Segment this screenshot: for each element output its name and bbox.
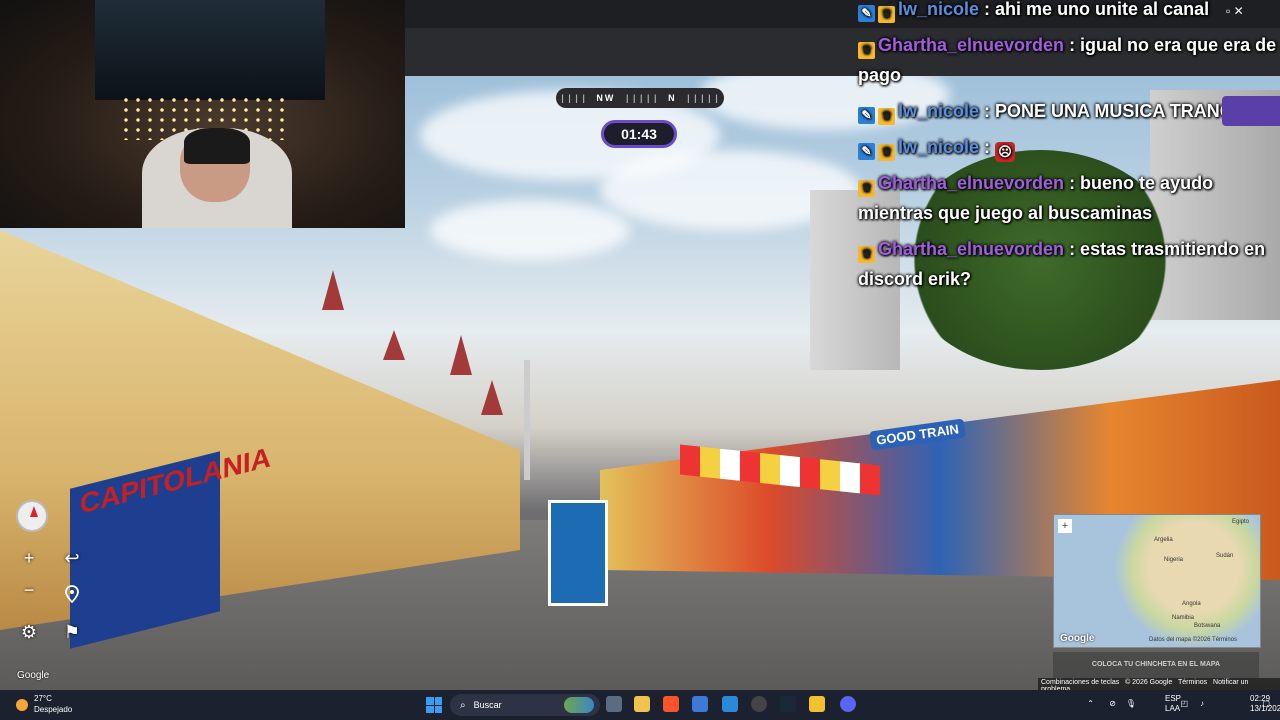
moderator-badge-icon: ✎: [858, 143, 875, 160]
webcam-overlay: [0, 0, 405, 228]
map-label: Egipto: [1232, 519, 1250, 525]
castle-spire: [450, 335, 472, 375]
back-to-start-icon[interactable]: ↩: [58, 544, 86, 572]
chat-overlay: ✎ ♛ lw_nicole : ahi me uno unite al canal …: [858, 0, 1280, 300]
map-label: Sudán: [1216, 553, 1234, 559]
compass-ticks: | | | | |: [625, 93, 658, 103]
angry-emote-icon: ☹: [995, 142, 1016, 162]
obs-icon[interactable]: [751, 696, 767, 712]
google-logo: Google: [17, 670, 50, 681]
volume-icon[interactable]: ♪: [1200, 699, 1204, 708]
window-controls[interactable]: ▫ ✕: [1226, 4, 1244, 18]
radio-mast: [524, 360, 530, 480]
app-icon[interactable]: [809, 696, 825, 712]
steam-icon[interactable]: [780, 696, 796, 712]
discord-icon[interactable]: [840, 696, 856, 712]
chat-message: ✎ ♛ lw_nicole : ☹: [858, 132, 1280, 162]
chat-message: ✎ ♛ lw_nicole : ahi me uno unite al canal: [858, 0, 1280, 24]
weather-condition: Despejado: [34, 705, 73, 714]
keyboard-shortcuts-link[interactable]: Combinaciones de teclas: [1041, 679, 1119, 686]
settings-gear-icon[interactable]: ⚙: [15, 618, 43, 646]
chat-message: ♛ Ghartha_elnuevorden : bueno te ayudo mi…: [858, 168, 1280, 228]
crown-badge-icon: ♛: [878, 6, 895, 23]
search-placeholder: Buscar: [473, 700, 502, 710]
terms-link[interactable]: Términos: [1178, 679, 1207, 686]
chat-message: ♛ Ghartha_elnuevorden : estas trasmitiend…: [858, 234, 1280, 294]
brave-browser-icon[interactable]: [663, 696, 679, 712]
castle-spire: [322, 270, 344, 310]
zoom-in-button[interactable]: +: [15, 544, 43, 572]
lang-secondary: LAA: [1165, 704, 1181, 713]
compass-ticks: | | | |: [561, 93, 586, 103]
search-icon: ⌕: [460, 699, 466, 711]
windows-start-icon[interactable]: [426, 697, 442, 713]
search-highlight-icon: [564, 697, 594, 713]
lang-primary: ESP: [1165, 694, 1182, 703]
mirror-booth: [548, 500, 608, 606]
map-label: Namibia: [1172, 615, 1195, 621]
chat-message: ✎ ♛ lw_nicole : PONE UNA MUSICA TRANQUI: [858, 96, 1280, 126]
temperature: 27°C: [34, 694, 52, 703]
compass-n: N: [668, 93, 677, 103]
crown-badge-icon: ♛: [858, 246, 875, 263]
chat-text: : ahi me uno unite al canal: [984, 0, 1210, 19]
location-pin-icon[interactable]: [58, 580, 86, 608]
chevron-up-icon[interactable]: ⌃: [1087, 699, 1094, 708]
taskbar-search[interactable]: ⌕ Buscar: [450, 694, 600, 716]
chat-username: Ghartha_elnuevorden: [878, 173, 1065, 193]
chat-username: Ghartha_elnuevorden: [878, 239, 1065, 259]
notifications-icon[interactable]: ▢: [1262, 699, 1270, 708]
map-terms-link[interactable]: Términos: [1212, 637, 1237, 643]
chat-text: :: [984, 137, 991, 157]
compass-icon[interactable]: [16, 500, 48, 532]
map-zoom-in-button[interactable]: +: [1058, 519, 1072, 533]
round-timer: 01:43: [601, 120, 677, 148]
zoom-out-button[interactable]: −: [15, 576, 43, 604]
map-landmass: [1114, 515, 1260, 647]
task-view-icon[interactable]: [606, 696, 622, 712]
compass-strip: | | | | NW | | | | | N | | | | |: [556, 88, 724, 108]
overlay-pill[interactable]: [1222, 96, 1280, 126]
compass-ticks: | | | | |: [687, 93, 719, 103]
place-pin-button[interactable]: COLOCA TU CHINCHETA EN EL MAPA: [1053, 652, 1259, 678]
moderator-badge-icon: ✎: [858, 5, 875, 22]
compass-nw: NW: [596, 93, 616, 103]
crown-badge-icon: ♛: [858, 180, 875, 197]
guess-minimap[interactable]: + Argelia Egipto Nigeria Sudán Angola Na…: [1053, 514, 1261, 648]
headset: [184, 128, 250, 164]
wifi-icon[interactable]: ◰: [1180, 699, 1188, 708]
moderator-badge-icon: ✎: [858, 107, 875, 124]
map-data-text: Datos del mapa ©2026: [1149, 637, 1211, 643]
crown-badge-icon: ♛: [878, 144, 895, 161]
chat-username: lw_nicole: [898, 137, 980, 157]
weather-widget[interactable]: 27°C Despejado: [10, 693, 72, 715]
crown-badge-icon: ♛: [878, 108, 895, 125]
calculator-icon[interactable]: [692, 696, 708, 712]
map-label: Argelia: [1154, 537, 1173, 543]
chat-message: ♛ Ghartha_elnuevorden : igual no era que …: [858, 30, 1280, 90]
microphone-icon[interactable]: 🎙: [1126, 699, 1136, 708]
network-off-icon[interactable]: ⊘: [1109, 699, 1116, 708]
notepad-icon[interactable]: [722, 696, 738, 712]
copyright-text: © 2026 Google: [1125, 679, 1173, 686]
chat-username: lw_nicole: [898, 0, 980, 19]
castle-spire: [383, 330, 405, 360]
map-label: Angola: [1182, 601, 1201, 607]
file-explorer-icon[interactable]: [634, 696, 650, 712]
flag-icon[interactable]: ⚑: [58, 618, 86, 646]
map-data-credit: Datos del mapa ©2026 Términos: [1149, 637, 1237, 643]
crown-badge-icon: ♛: [858, 42, 875, 59]
map-google-logo: Google: [1060, 633, 1095, 644]
map-label: Nigeria: [1164, 557, 1184, 563]
castle-spire: [481, 380, 503, 415]
windows-taskbar: 27°C Despejado ⌕ Buscar ⌃ ⊘ 🎙 ESP LAA ◰ ♪…: [0, 690, 1280, 720]
webcam-window: [95, 0, 325, 100]
chat-username: Ghartha_elnuevorden: [878, 35, 1065, 55]
chat-text: : PONE UNA MUSICA TRANQUI: [984, 101, 1252, 121]
chat-username: lw_nicole: [898, 101, 980, 121]
map-label: Botswana: [1194, 623, 1221, 629]
sun-icon: [16, 699, 28, 711]
